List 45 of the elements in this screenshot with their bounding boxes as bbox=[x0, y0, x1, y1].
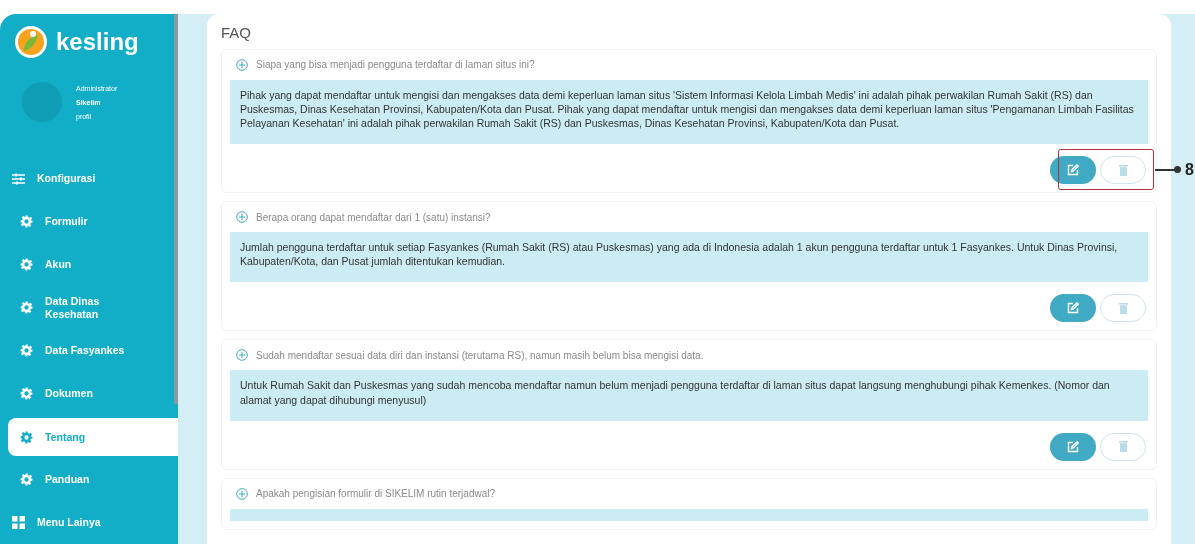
edit-icon bbox=[1067, 302, 1079, 315]
trash-icon bbox=[1118, 441, 1128, 453]
logo-icon bbox=[14, 25, 48, 59]
sliders-icon bbox=[12, 172, 25, 185]
trash-icon bbox=[1118, 164, 1128, 176]
sidebar-item[interactable]: Dokumen bbox=[0, 372, 178, 415]
grid-icon bbox=[12, 516, 25, 529]
sidebar-item[interactable]: Data Dinas Kesehatan bbox=[0, 286, 178, 329]
edit-icon bbox=[1067, 164, 1079, 176]
delete-button[interactable] bbox=[1100, 432, 1146, 461]
sidebar-item[interactable]: Data Fasyankes bbox=[0, 329, 178, 372]
sidebar-item[interactable]: Panduan bbox=[0, 458, 178, 501]
edit-button[interactable] bbox=[1050, 156, 1096, 184]
faq-question[interactable]: Siapa yang bisa menjadi pengguna terdaftar di laman situs ini? bbox=[256, 57, 535, 72]
faq-answer: Jumlah pengguna terdaftar untuk setiap Fasyankes (Rumah Sakit (RS) atau Puskesmas) yang ada di Indonesia adalah 1 akun pengguna terdaftar untuk 1 Fasyankes. Untuk Dinas Provinsi, Kabupaten/Kota, dan Pusat jumlah ditentukan kemudian. bbox=[230, 232, 1148, 283]
gear-icon bbox=[20, 387, 33, 400]
expand-icon[interactable] bbox=[236, 211, 248, 223]
sidebar-item[interactable]: Akun bbox=[0, 243, 178, 286]
faq-answer: Pihak yang dapat mendaftar untuk mengisi dan mengakses data demi keperluan laman situs 'Sistem Informasi Kelola Limbah Medis' ini adalah pihak perwakilan Rumah Sakit (RS) dan Puskesmas, Dinas Kesehatan Provinsi, Kabupaten/Kota dan Pusat. Pihak yang dapat mendaftar untuk mengisi dan mengakses data demi keperluan laman situs 'Pengamanan Limbah Fasilitas Pelayanan Kesehatan' ini adalah pihak perwakilan Rumah Sakit (RS) dan Puskesmas, Dinas Kesehatan Provinsi, Kabupaten/Kota dan Pusat. bbox=[230, 79, 1148, 144]
gear-icon bbox=[20, 258, 33, 271]
gear-icon bbox=[20, 344, 33, 357]
callout-number: 8 bbox=[1185, 160, 1194, 180]
expand-icon[interactable] bbox=[236, 487, 248, 500]
brand-name: kesling bbox=[56, 27, 139, 57]
expand-icon[interactable] bbox=[236, 349, 248, 362]
edit-button[interactable] bbox=[1050, 432, 1096, 461]
edit-icon bbox=[1067, 440, 1079, 453]
leader-dot bbox=[1174, 166, 1181, 173]
edit-button[interactable] bbox=[1050, 294, 1096, 323]
gear-icon bbox=[20, 301, 33, 314]
faq-question[interactable]: Berapa orang dapat mendaftar dari 1 (satu) instansi? bbox=[256, 209, 491, 225]
sidebar-item[interactable]: Formulir bbox=[0, 200, 178, 243]
gear-icon bbox=[20, 430, 33, 444]
gear-icon bbox=[20, 215, 33, 228]
page-title: FAQ bbox=[221, 23, 252, 43]
sidebar-item[interactable]: Menu Lainya bbox=[0, 501, 178, 544]
faq-question[interactable]: Sudah mendaftar sesuai data diri dan instansi (terutama RS), namun masih belum bisa mengisi data. bbox=[256, 347, 704, 363]
delete-button[interactable] bbox=[1100, 294, 1146, 323]
faq-question[interactable]: Apakah pengisian formulir di SIKELIM rutin terjadwal? bbox=[256, 486, 495, 502]
sidebar-item[interactable]: Konfigurasi bbox=[0, 157, 178, 200]
trash-icon bbox=[1118, 302, 1128, 314]
sidebar-item[interactable]: Tentang bbox=[8, 418, 178, 456]
expand-icon[interactable] bbox=[236, 58, 248, 71]
faq-answer: Untuk Rumah Sakit dan Puskesmas yang sudah mencoba mendaftar namun belum menjadi pengguna terdaftar di laman situs dapat langsung menghubungi pihak Kemenkes. (Nomor dan alamat yang dapat dihubungi menyusul) bbox=[230, 370, 1148, 421]
gear-icon bbox=[20, 473, 33, 486]
